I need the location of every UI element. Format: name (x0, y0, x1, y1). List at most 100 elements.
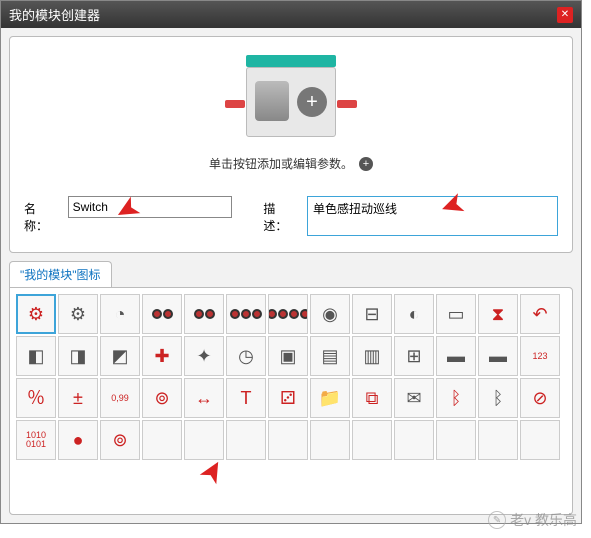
icon-empty (478, 420, 518, 460)
preview-panel: + 单击按钮添加或编辑参数。 + 名称： 描述： (9, 36, 573, 253)
icon-cube2-glyph: ◨ (69, 347, 86, 365)
tab-myblock-icons[interactable]: "我的模块"图标 (9, 261, 112, 287)
icon-speaker-glyph: ◐ (409, 305, 420, 323)
icon-motor-glyph: ◔ (115, 305, 126, 323)
icon-empty (352, 420, 392, 460)
icon-width[interactable]: ↔ (184, 378, 224, 418)
input-plug-icon (225, 100, 245, 108)
icon-spiral[interactable]: ⊚ (100, 420, 140, 460)
icon-gauge[interactable]: ◉ (310, 294, 350, 334)
icon-empty (268, 420, 308, 460)
icon-bt-on[interactable]: ᛒ (436, 378, 476, 418)
icon-width-glyph: ↔ (195, 389, 213, 407)
icon-folder[interactable]: 📁 (310, 378, 350, 418)
block-icon-preview (255, 81, 289, 121)
icon-empty (394, 420, 434, 460)
icon-empty (310, 420, 350, 460)
name-input[interactable] (68, 196, 232, 218)
icon-dpad-glyph: ✚ (154, 347, 169, 365)
icon-robot-glyph: ⊞ (406, 347, 421, 365)
icon-coil-glyph: ⊚ (154, 389, 169, 407)
icon-bt-off[interactable]: ᛒ (478, 378, 518, 418)
icon-display[interactable]: ▭ (436, 294, 476, 334)
icon-axes-glyph: ✦ (196, 347, 211, 365)
icon-sensor3[interactable]: ▥ (352, 336, 392, 376)
icon-case2[interactable]: ▬ (478, 336, 518, 376)
icon-undo[interactable]: ↶ (520, 294, 560, 334)
icon-cube3[interactable]: ◩ (100, 336, 140, 376)
icon-digits[interactable]: 123 (520, 336, 560, 376)
output-plug-icon (337, 100, 357, 108)
icon-dice[interactable]: ⚂ (268, 378, 308, 418)
icon-num[interactable]: 0,99 (100, 378, 140, 418)
icon-num-glyph: 0,99 (111, 394, 129, 403)
icon-bt-on-glyph: ᛒ (451, 389, 462, 407)
icon-wheel-4[interactable] (268, 294, 308, 334)
icon-speaker[interactable]: ◐ (394, 294, 434, 334)
icon-hourglass[interactable]: ⧗ (478, 294, 518, 334)
icon-cube3-glyph: ◩ (111, 347, 128, 365)
icon-binary[interactable]: 1010 0101 (16, 420, 56, 460)
icon-percent[interactable]: ％ (16, 378, 56, 418)
icon-bt-off-glyph: ᛒ (493, 389, 504, 407)
icon-cube1-glyph: ◧ (27, 347, 44, 365)
icon-text-glyph: T (241, 389, 252, 407)
icon-case1[interactable]: ▬ (436, 336, 476, 376)
close-button[interactable]: ✕ (557, 7, 573, 23)
icon-wheel-3[interactable] (226, 294, 266, 334)
icon-slider-glyph: ⊟ (364, 305, 379, 323)
icon-panel: ⚙ ⚙ ◔ ◉ ⊟ ◐ ▭ ⧗ ↶ ◧ ◨ ◩ ✚ ✦ ◷ ▣ ▤ ▥ ⊞ ▬ ▬ 123 ％ ±0,99 ⊚ ↔ T ⚂ 📁 ⧉ ✉ ᛒ ᛒ ⊘… (9, 287, 573, 515)
icon-wheel-2a[interactable] (142, 294, 182, 334)
icon-brain-red-glyph: ⚙ (28, 305, 44, 323)
icon-percent-glyph: ％ (27, 389, 45, 407)
icon-sensor1[interactable]: ▣ (268, 336, 308, 376)
titlebar: 我的模块创建器 ✕ (1, 1, 581, 28)
icon-empty (142, 420, 182, 460)
form-row: 名称： 描述： (24, 196, 558, 236)
icon-chart-glyph: ⧉ (366, 389, 379, 407)
icon-gauge-glyph: ◉ (322, 305, 338, 323)
icon-sensor3-glyph: ▥ (363, 347, 380, 365)
icon-wheel-2b[interactable] (184, 294, 224, 334)
icon-chart[interactable]: ⧉ (352, 378, 392, 418)
icon-math[interactable]: ± (58, 378, 98, 418)
hint-plus-icon: + (359, 157, 373, 171)
add-parameter-button[interactable]: + (297, 87, 327, 117)
icon-brain-dark-glyph: ⚙ (70, 305, 86, 323)
block-preview: + (221, 55, 361, 145)
icon-case1-glyph: ▬ (447, 347, 465, 365)
icon-display-glyph: ▭ (447, 305, 464, 323)
icon-digits-glyph: 123 (532, 352, 547, 361)
icon-sensor2[interactable]: ▤ (310, 336, 350, 376)
icon-slider[interactable]: ⊟ (352, 294, 392, 334)
icon-axes[interactable]: ✦ (184, 336, 224, 376)
dialog-title: 我的模块创建器 (9, 5, 100, 24)
icon-bug-glyph: ● (73, 431, 84, 449)
icon-no-web[interactable]: ⊘ (520, 378, 560, 418)
icon-hourglass-glyph: ⧗ (492, 305, 505, 323)
icon-coil[interactable]: ⊚ (142, 378, 182, 418)
icon-spiral-glyph: ⊚ (112, 431, 127, 449)
icon-dice-glyph: ⚂ (280, 389, 296, 407)
icon-motor[interactable]: ◔ (100, 294, 140, 334)
icon-sensor1-glyph: ▣ (279, 347, 296, 365)
icon-timer-glyph: ◷ (238, 347, 254, 365)
desc-input[interactable] (307, 196, 558, 236)
icon-dpad[interactable]: ✚ (142, 336, 182, 376)
icon-grid: ⚙ ⚙ ◔ ◉ ⊟ ◐ ▭ ⧗ ↶ ◧ ◨ ◩ ✚ ✦ ◷ ▣ ▤ ▥ ⊞ ▬ ▬ 123 ％ ±0,99 ⊚ ↔ T ⚂ 📁 ⧉ ✉ ᛒ ᛒ ⊘… (16, 294, 566, 460)
icon-sensor2-glyph: ▤ (321, 347, 338, 365)
watermark-icon: ✎ (488, 511, 506, 529)
icon-no-web-glyph: ⊘ (532, 389, 547, 407)
icon-empty (436, 420, 476, 460)
icon-math-glyph: ± (73, 389, 83, 407)
icon-brain-red[interactable]: ⚙ (16, 294, 56, 334)
icon-undo-glyph: ↶ (532, 305, 547, 323)
icon-cube2[interactable]: ◨ (58, 336, 98, 376)
icon-brain-dark[interactable]: ⚙ (58, 294, 98, 334)
icon-text[interactable]: T (226, 378, 266, 418)
icon-cube1[interactable]: ◧ (16, 336, 56, 376)
icon-robot[interactable]: ⊞ (394, 336, 434, 376)
icon-timer[interactable]: ◷ (226, 336, 266, 376)
icon-bug[interactable]: ● (58, 420, 98, 460)
icon-mail[interactable]: ✉ (394, 378, 434, 418)
